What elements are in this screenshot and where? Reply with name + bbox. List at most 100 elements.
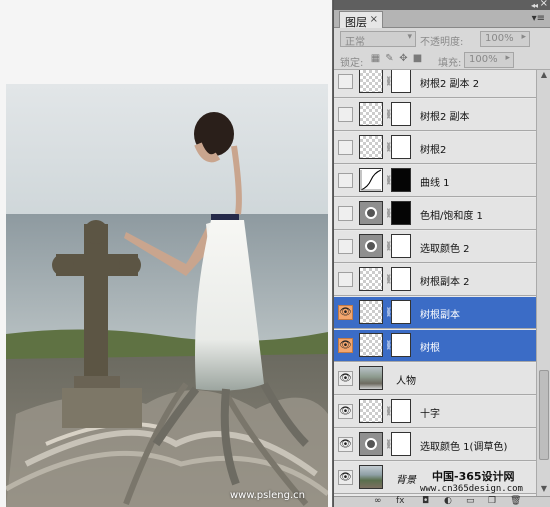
new-layer-icon[interactable]: ❐ [488, 496, 496, 506]
scroll-down-icon[interactable]: ▼ [537, 484, 550, 496]
site-watermark-title: 中国-365设计网 [432, 470, 515, 483]
layer-mask-thumbnail[interactable] [391, 234, 411, 258]
layer-thumbnail[interactable] [359, 135, 383, 159]
layer-row[interactable]: 👁⛓树根副本 [334, 297, 536, 329]
layer-style-icon[interactable]: fx [396, 496, 405, 506]
layer-row[interactable]: 👁⛓选取颜色 1(调草色) [334, 429, 536, 461]
panel-close-icon[interactable]: × [540, 0, 548, 9]
lock-transparent-icon[interactable]: ▦ [370, 53, 381, 64]
scroll-up-icon[interactable]: ▲ [537, 70, 550, 82]
blend-mode-value: 正常 [345, 37, 365, 48]
layers-list: ⛓树根2 副本 2⛓树根2 副本⛓树根2⛓曲线 1⛓色相/饱和度 1⛓选取颜色 … [334, 70, 536, 496]
eye-icon[interactable]: 👁 [338, 470, 353, 485]
blend-mode-select[interactable]: 正常 ▾ [340, 31, 416, 48]
tab-close-icon[interactable]: × [370, 14, 378, 25]
layer-name[interactable]: 树根 [420, 339, 440, 354]
layer-row[interactable]: ⛓树根2 副本 [334, 99, 536, 131]
chevron-right-icon: ▸ [505, 53, 510, 63]
layer-thumbnail[interactable] [359, 168, 383, 192]
blend-opacity-row: 正常 ▾ 不透明度: 100% ▸ [334, 28, 550, 50]
layer-mask-thumbnail[interactable] [391, 201, 411, 225]
layer-mask-thumbnail[interactable] [391, 102, 411, 126]
layer-mask-thumbnail[interactable] [391, 267, 411, 291]
layer-name[interactable]: 十字 [420, 405, 440, 420]
layer-row[interactable]: 👁 人物 [334, 363, 536, 395]
layer-row[interactable]: 👁⛓树根 [334, 330, 536, 362]
panel-grip-icon[interactable]: ◂◂ [531, 1, 538, 10]
lock-label: 锁定: [340, 58, 364, 69]
layer-thumbnail[interactable] [359, 399, 383, 423]
layer-name[interactable]: 树根2 副本 [420, 108, 470, 123]
layer-name[interactable]: 树根2 副本 2 [420, 75, 479, 90]
eye-icon[interactable]: 👁 [338, 404, 353, 419]
eye-icon[interactable] [338, 173, 353, 188]
layer-mask-thumbnail[interactable] [391, 333, 411, 357]
eye-icon[interactable] [338, 74, 353, 89]
scroll-thumb[interactable] [539, 370, 549, 460]
eye-icon[interactable]: 👁 [338, 305, 353, 320]
layer-thumbnail[interactable] [359, 333, 383, 357]
layer-name[interactable]: 背景 [396, 471, 416, 486]
layer-mask-thumbnail[interactable] [391, 135, 411, 159]
layer-thumbnail[interactable] [359, 201, 383, 225]
layer-row[interactable]: ⛓选取颜色 2 [334, 231, 536, 263]
eye-icon[interactable] [338, 239, 353, 254]
fill-field[interactable]: 100% ▸ [464, 52, 514, 68]
panel-tab-bar: 图层 × ▾≡ [334, 10, 550, 29]
layer-thumbnail[interactable] [359, 465, 383, 489]
layer-name[interactable]: 曲线 1 [420, 174, 450, 189]
layer-name[interactable]: 人物 [396, 372, 416, 387]
new-group-icon[interactable]: ▭ [466, 496, 475, 506]
layer-mask-thumbnail[interactable] [391, 168, 411, 192]
photo-composite-image [6, 84, 328, 507]
layer-row[interactable]: ⛓树根副本 2 [334, 264, 536, 296]
layers-panel: ◂◂ × 图层 × ▾≡ 正常 ▾ 不透明度: 100% ▸ 锁定: ▦ ✎ ✥… [333, 0, 550, 507]
layer-thumbnail[interactable] [359, 102, 383, 126]
layer-name[interactable]: 选取颜色 2 [420, 240, 470, 255]
layer-thumbnail[interactable] [359, 234, 383, 258]
adjustment-layer-icon[interactable]: ◐ [444, 496, 452, 506]
layer-name[interactable]: 树根2 [420, 141, 446, 156]
layer-name[interactable]: 选取颜色 1(调草色) [420, 438, 507, 453]
panel-footer: ∞ fx ◘ ◐ ▭ ❐ 🗑 [334, 496, 550, 507]
opacity-value: 100% [485, 33, 514, 44]
layers-scrollbar[interactable]: ▲ ▼ [536, 70, 550, 496]
layer-thumbnail[interactable] [359, 432, 383, 456]
layer-row[interactable]: ⛓曲线 1 [334, 165, 536, 197]
opacity-field[interactable]: 100% ▸ [480, 31, 530, 47]
eye-icon[interactable]: 👁 [338, 371, 353, 386]
layer-name[interactable]: 树根副本 [420, 306, 460, 321]
layer-thumbnail[interactable] [359, 300, 383, 324]
layer-row[interactable]: ⛓树根2 [334, 132, 536, 164]
lock-all-icon[interactable]: ■ [412, 53, 423, 64]
layer-thumbnail[interactable] [359, 267, 383, 291]
layer-mask-thumbnail[interactable] [391, 399, 411, 423]
layer-name[interactable]: 色相/饱和度 1 [420, 207, 483, 222]
layer-row[interactable]: ⛓树根2 副本 2 [334, 70, 536, 98]
eye-icon[interactable] [338, 140, 353, 155]
panel-title-bar[interactable]: ◂◂ × [334, 0, 550, 10]
eye-icon[interactable]: 👁 [338, 338, 353, 353]
layer-mask-thumbnail[interactable] [391, 432, 411, 456]
layer-mask-thumbnail[interactable] [391, 300, 411, 324]
eye-icon[interactable]: 👁 [338, 437, 353, 452]
delete-layer-icon[interactable]: 🗑 [510, 496, 521, 506]
layer-thumbnail[interactable] [359, 70, 383, 93]
photo-canvas[interactable] [6, 84, 328, 507]
link-layers-icon[interactable]: ∞ [374, 496, 382, 506]
eye-icon[interactable] [338, 206, 353, 221]
lock-fill-row: 锁定: ▦ ✎ ✥ ■ 填充: 100% ▸ [334, 50, 550, 70]
layer-mask-thumbnail[interactable] [391, 70, 411, 93]
panel-menu-icon[interactable]: ▾≡ [532, 13, 545, 24]
add-mask-icon[interactable]: ◘ [422, 496, 429, 506]
chevron-right-icon: ▸ [521, 32, 526, 42]
layer-row[interactable]: 👁⛓十字 [334, 396, 536, 428]
eye-icon[interactable] [338, 107, 353, 122]
lock-image-icon[interactable]: ✎ [384, 53, 395, 64]
eye-icon[interactable] [338, 272, 353, 287]
layer-thumbnail[interactable] [359, 366, 383, 390]
layer-row[interactable]: ⛓色相/饱和度 1 [334, 198, 536, 230]
lock-position-icon[interactable]: ✥ [398, 53, 409, 64]
layer-name[interactable]: 树根副本 2 [420, 273, 470, 288]
tab-layers[interactable]: 图层 × [339, 11, 383, 29]
